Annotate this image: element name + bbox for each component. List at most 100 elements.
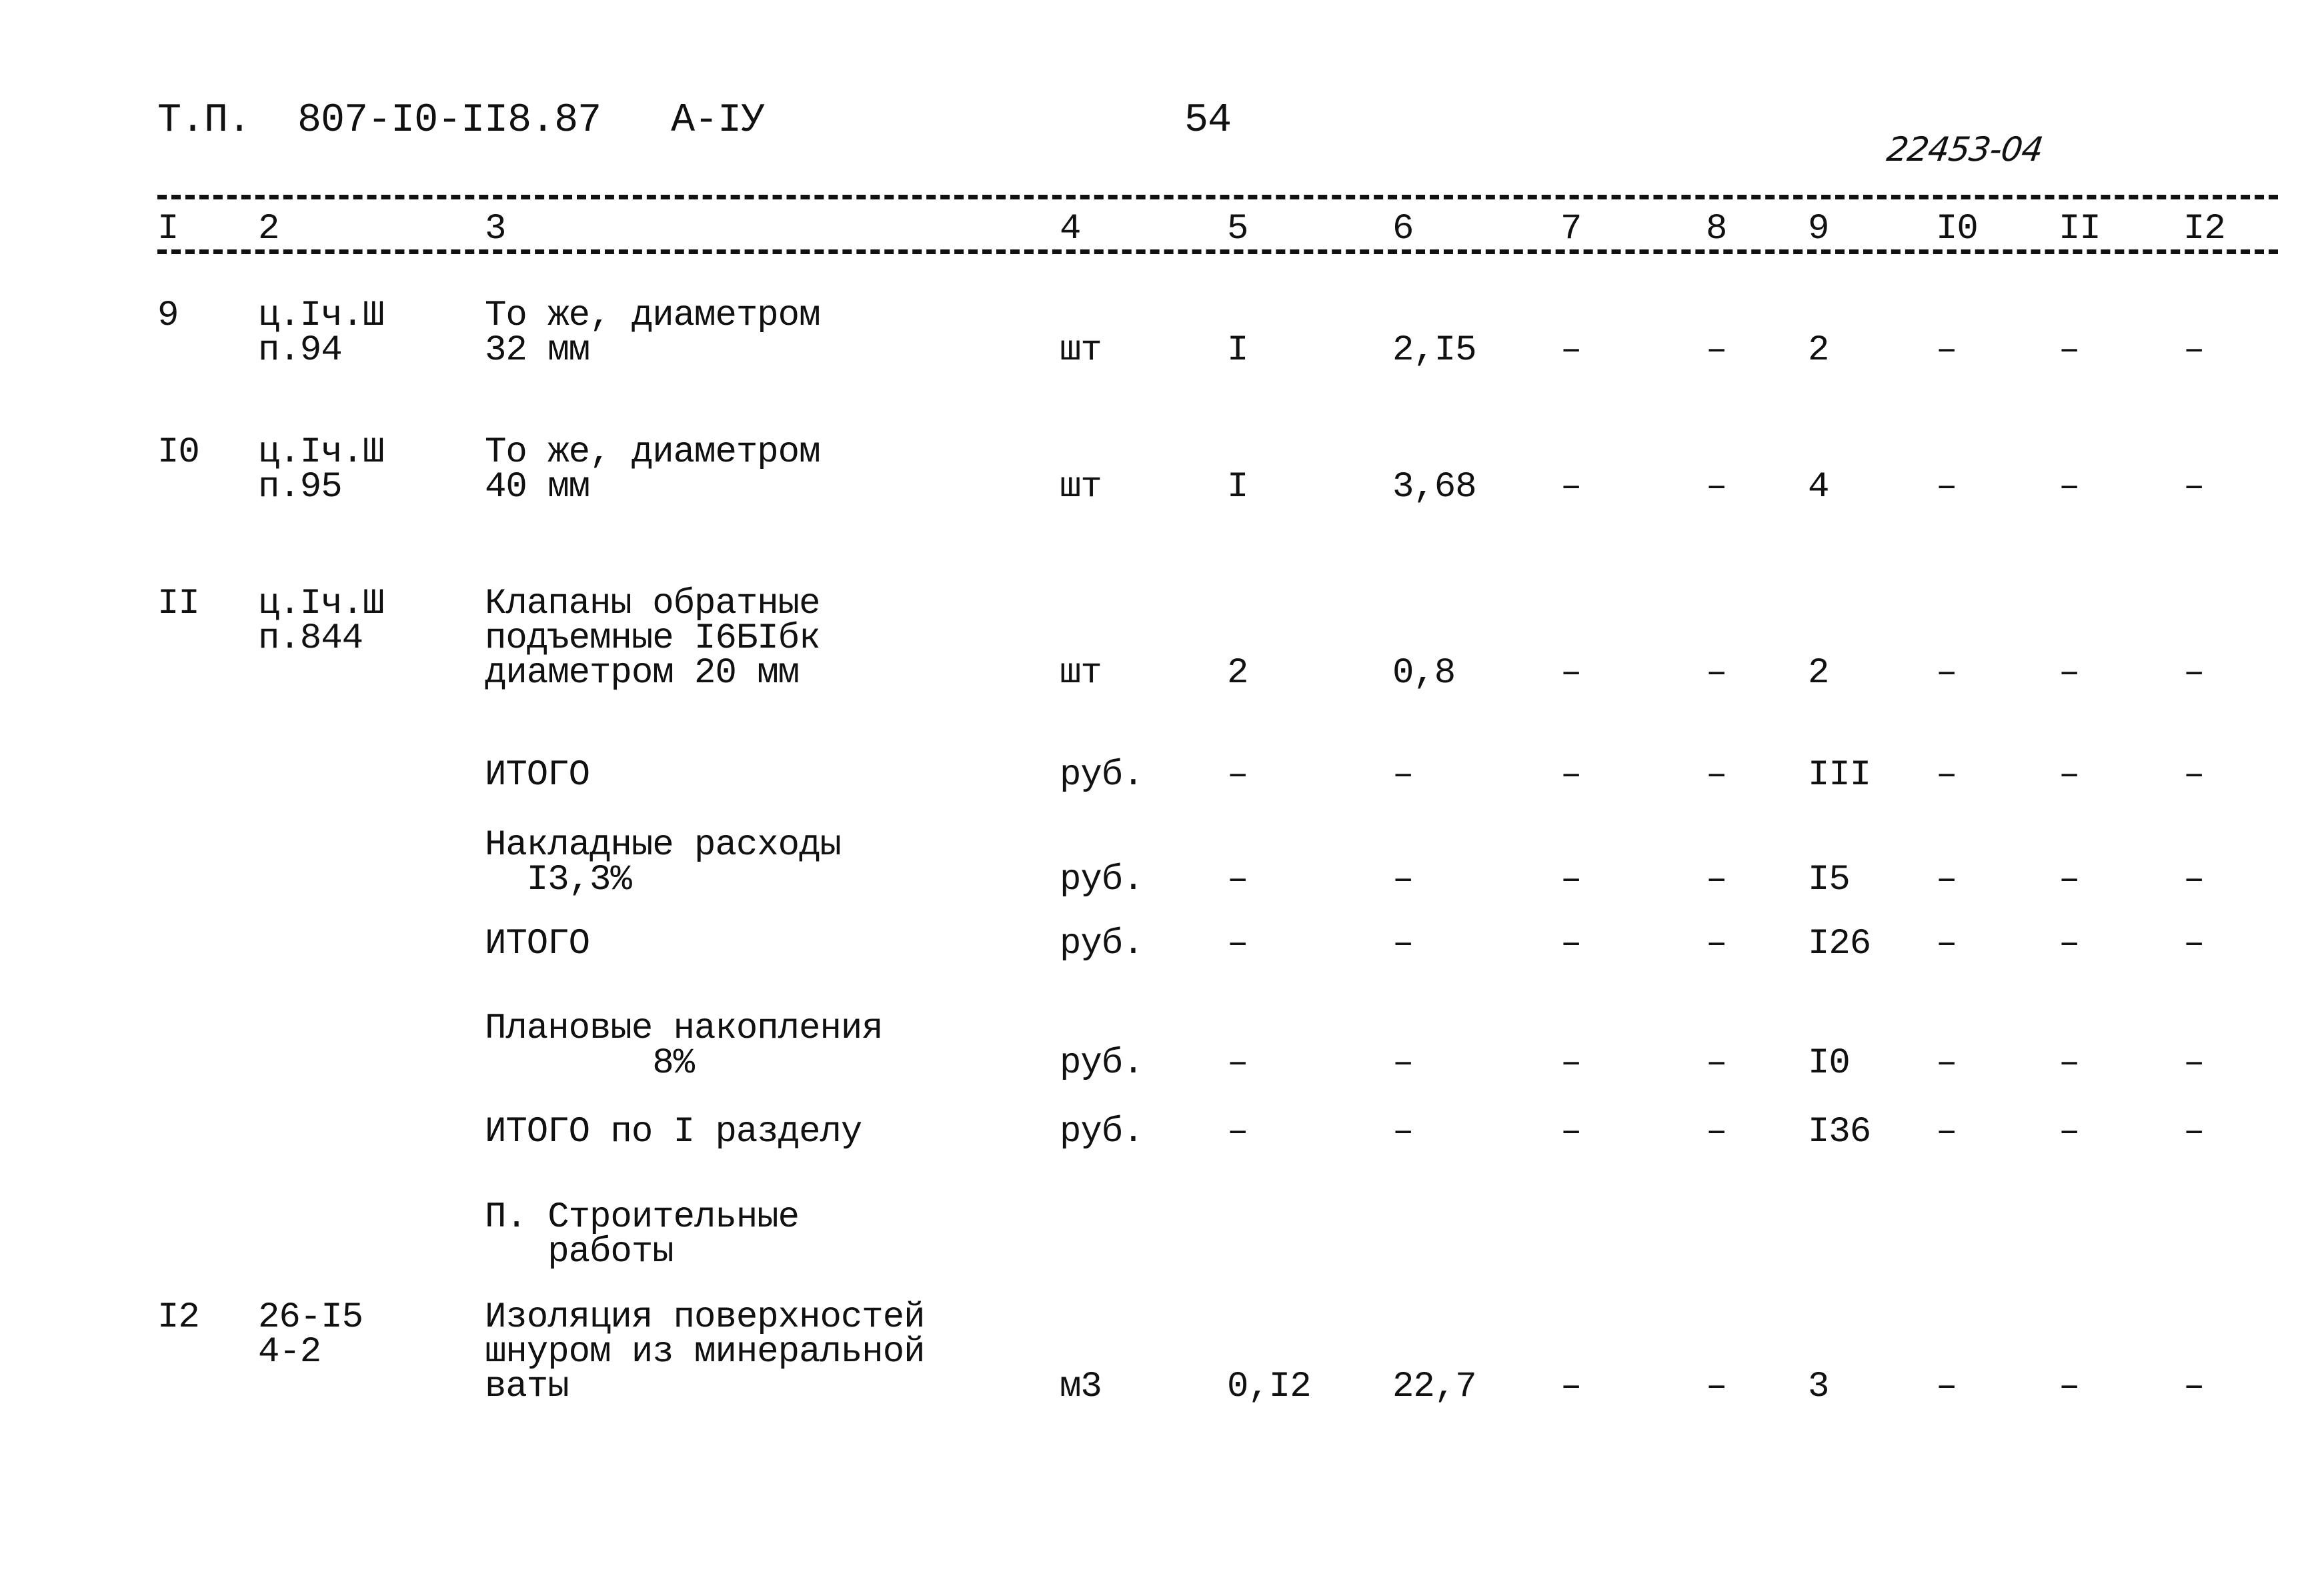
value-cell-col6: – — [1392, 1043, 1414, 1084]
value-cell-col12: – — [2183, 330, 2205, 371]
unit-cell: шт — [1060, 330, 1102, 371]
value-cell-col8: – — [1706, 924, 1727, 964]
work-description: шнуром из минеральной — [485, 1332, 926, 1373]
value-cell-col6: – — [1392, 924, 1414, 964]
column-header-9: 9 — [1808, 209, 1829, 249]
norm-reference: ц.Iч.Ш — [258, 584, 384, 624]
work-description: подъемные I6БIбк — [485, 618, 820, 659]
total-label: 8% — [485, 1043, 695, 1084]
column-header-10: I0 — [1936, 209, 1979, 249]
value-cell-col9: 3 — [1808, 1367, 1829, 1407]
section-heading: работы — [485, 1232, 674, 1273]
value-cell-col10: – — [1936, 1112, 1957, 1152]
value-cell-col7: – — [1560, 860, 1582, 900]
norm-reference: ц.Iч.Ш — [258, 432, 384, 473]
work-description: То же, диаметром — [485, 432, 820, 473]
value-cell-col10: – — [1936, 1043, 1957, 1084]
value-cell-col12: – — [2183, 755, 2205, 796]
value-cell-col9: III — [1808, 755, 1871, 796]
work-description: То же, диаметром — [485, 295, 820, 336]
work-description: Клапаны обратные — [485, 584, 820, 624]
value-cell-col9: I36 — [1808, 1112, 1871, 1152]
value-cell-col12: – — [2183, 653, 2205, 694]
value-cell-col6: 2,I5 — [1392, 330, 1477, 371]
value-cell-col12: – — [2183, 860, 2205, 900]
value-cell-col9: I0 — [1808, 1043, 1851, 1084]
value-cell-col10: – — [1936, 924, 1957, 964]
value-cell-col11: – — [2059, 1043, 2080, 1084]
value-cell-col9: 2 — [1808, 330, 1829, 371]
column-header-8: 8 — [1706, 209, 1727, 249]
value-cell-col8: – — [1706, 1112, 1727, 1152]
norm-reference: ц.Iч.Ш — [258, 295, 384, 336]
value-cell-col6: – — [1392, 1112, 1414, 1152]
value-cell-col6: – — [1392, 860, 1414, 900]
column-header-1: I — [157, 209, 179, 249]
unit-cell: шт — [1060, 653, 1102, 694]
value-cell-col12: – — [2183, 467, 2205, 508]
value-cell-col11: – — [2059, 860, 2080, 900]
column-header-5: 5 — [1227, 209, 1248, 249]
value-cell-col10: – — [1936, 467, 1957, 508]
document-code: Т.П. 807-I0-II8.87 А-IУ — [157, 98, 765, 143]
value-cell-col5: I — [1227, 467, 1248, 508]
value-cell-col7: – — [1560, 1367, 1582, 1407]
value-cell-col11: – — [2059, 924, 2080, 964]
row-number: I0 — [157, 432, 200, 473]
value-cell-col5: – — [1227, 924, 1248, 964]
value-cell-col5: 2 — [1227, 653, 1248, 694]
value-cell-col6: 0,8 — [1392, 653, 1456, 694]
value-cell-col10: – — [1936, 330, 1957, 371]
value-cell-col11: – — [2059, 1367, 2080, 1407]
value-cell-col9: I26 — [1808, 924, 1871, 964]
value-cell-col10: – — [1936, 653, 1957, 694]
unit-cell: руб. — [1060, 1112, 1144, 1152]
value-cell-col10: – — [1936, 755, 1957, 796]
column-header-6: 6 — [1392, 209, 1414, 249]
value-cell-col6: 3,68 — [1392, 467, 1477, 508]
value-cell-col6: – — [1392, 755, 1414, 796]
value-cell-col10: – — [1936, 860, 1957, 900]
header-divider-bottom — [157, 249, 2278, 254]
value-cell-col5: – — [1227, 1043, 1248, 1084]
work-description: Изоляция поверхностей — [485, 1297, 926, 1338]
total-label: Плановые накопления — [485, 1008, 884, 1049]
value-cell-col11: – — [2059, 653, 2080, 694]
value-cell-col12: – — [2183, 924, 2205, 964]
column-header-4: 4 — [1060, 209, 1081, 249]
norm-reference: 26-I5 — [258, 1297, 363, 1338]
unit-cell: шт — [1060, 467, 1102, 508]
work-description: ваты — [485, 1367, 569, 1407]
column-header-7: 7 — [1560, 209, 1582, 249]
value-cell-col8: – — [1706, 653, 1727, 694]
value-cell-col7: – — [1560, 330, 1582, 371]
value-cell-col11: – — [2059, 1112, 2080, 1152]
page-number: 54 — [1184, 98, 1232, 143]
column-header-2: 2 — [258, 209, 279, 249]
value-cell-col8: – — [1706, 467, 1727, 508]
value-cell-col8: – — [1706, 755, 1727, 796]
value-cell-col8: – — [1706, 1043, 1727, 1084]
value-cell-col11: – — [2059, 755, 2080, 796]
value-cell-col9: 4 — [1808, 467, 1829, 508]
value-cell-col6: 22,7 — [1392, 1367, 1477, 1407]
column-header-12: I2 — [2183, 209, 2226, 249]
unit-cell: м3 — [1060, 1367, 1102, 1407]
value-cell-col7: – — [1560, 924, 1582, 964]
value-cell-col10: – — [1936, 1367, 1957, 1407]
value-cell-col7: – — [1560, 467, 1582, 508]
value-cell-col5: – — [1227, 755, 1248, 796]
value-cell-col8: – — [1706, 330, 1727, 371]
norm-reference: п.94 — [258, 330, 343, 371]
column-header-11: II — [2059, 209, 2101, 249]
unit-cell: руб. — [1060, 755, 1144, 796]
row-number: II — [157, 584, 200, 624]
work-description: диаметром 20 мм — [485, 653, 800, 694]
value-cell-col7: – — [1560, 755, 1582, 796]
total-label: ИТОГО — [485, 755, 590, 796]
unit-cell: руб. — [1060, 924, 1144, 964]
value-cell-col7: – — [1560, 1043, 1582, 1084]
unit-cell: руб. — [1060, 1043, 1144, 1084]
work-description: 40 мм — [485, 467, 590, 508]
total-label: Накладные расходы — [485, 825, 842, 866]
